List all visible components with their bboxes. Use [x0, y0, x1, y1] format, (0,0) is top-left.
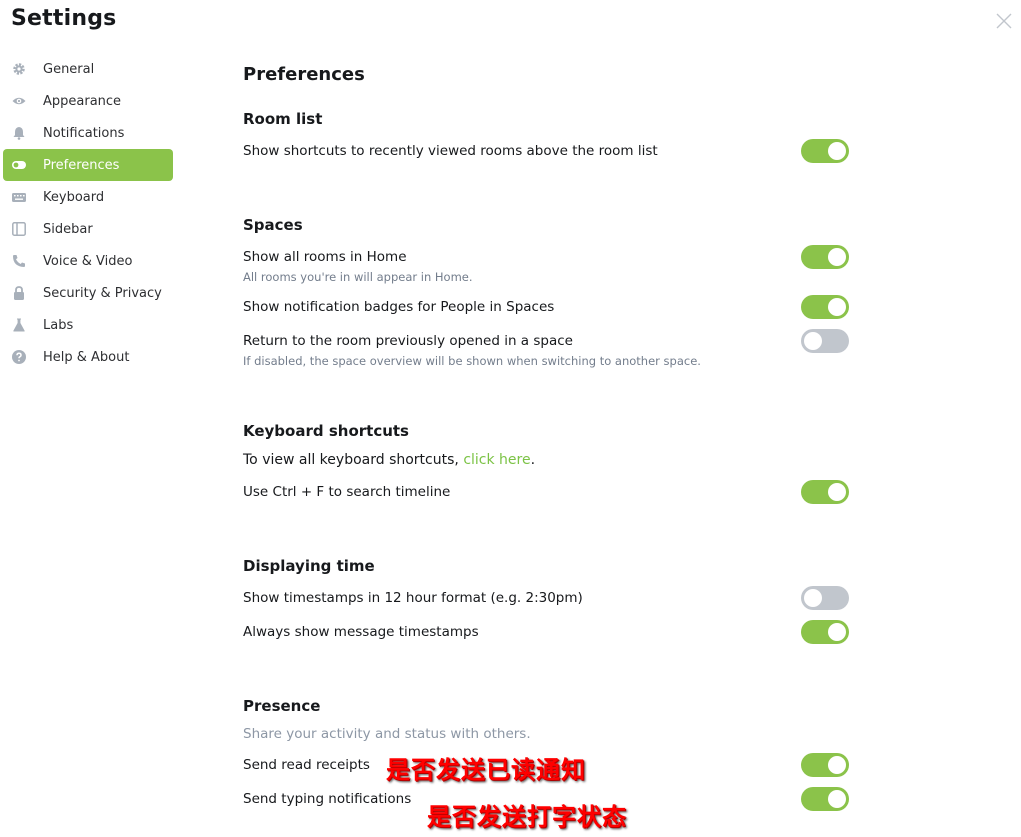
sidebar-item-label: Appearance: [43, 93, 122, 109]
setting-label-return-room: Return to the room previously opened in …: [243, 333, 573, 349]
help-icon: [12, 350, 26, 364]
page-title: Preferences: [243, 64, 365, 85]
sidebar-item-label: Notifications: [43, 125, 125, 141]
flask-icon: [13, 318, 25, 332]
eye-icon: [12, 97, 26, 105]
settings-sidebar: General Appearance Notifications Prefere…: [3, 53, 173, 373]
section-title-room-list: Room list: [243, 110, 323, 128]
sidebar-item-label: Sidebar: [43, 221, 93, 237]
setting-label-room-shortcuts: Show shortcuts to recently viewed rooms …: [243, 143, 658, 159]
always-timestamps-toggle[interactable]: [801, 620, 849, 644]
setting-label-always-timestamps: Always show message timestamps: [243, 624, 479, 640]
sidebar-item-security-privacy[interactable]: Security & Privacy: [3, 277, 173, 309]
sidebar-item-preferences[interactable]: Preferences: [3, 149, 173, 181]
setting-desc-return-room: If disabled, the space overview will be …: [243, 354, 701, 368]
keyboard-shortcuts-link[interactable]: click here: [463, 452, 530, 468]
setting-desc-all-rooms-home: All rooms you're in will appear in Home.: [243, 270, 473, 284]
settings-title: Settings: [11, 6, 117, 31]
section-title-spaces: Spaces: [243, 216, 303, 234]
phone-icon: [13, 255, 25, 267]
sidebar-item-label: General: [43, 61, 95, 77]
gear-icon: [13, 63, 25, 75]
sidebar-item-general[interactable]: General: [3, 53, 173, 85]
sidebar-item-help-about[interactable]: Help & About: [3, 341, 173, 373]
keyboard-icon: [12, 193, 26, 202]
lock-icon: [14, 286, 24, 300]
ctrl-f-toggle[interactable]: [801, 480, 849, 504]
sidebar-item-label: Voice & Video: [43, 253, 133, 269]
toggle-icon: [12, 161, 26, 169]
bell-icon: [13, 127, 25, 140]
sidebar-item-sidebar[interactable]: Sidebar: [3, 213, 173, 245]
sidebar-item-keyboard[interactable]: Keyboard: [3, 181, 173, 213]
section-title-presence: Presence: [243, 697, 321, 715]
presence-description: Share your activity and status with othe…: [243, 726, 531, 742]
setting-label-ctrl-f: Use Ctrl + F to search timeline: [243, 484, 451, 500]
setting-label-notification-badges: Show notification badges for People in S…: [243, 299, 555, 315]
keyboard-shortcuts-info: To view all keyboard shortcuts, click he…: [243, 452, 535, 468]
sidebar-item-label: Help & About: [43, 349, 130, 365]
sidebar-item-voice-video[interactable]: Voice & Video: [3, 245, 173, 277]
sidebar-item-appearance[interactable]: Appearance: [3, 85, 173, 117]
all-rooms-home-toggle[interactable]: [801, 245, 849, 269]
setting-label-typing-notifications: Send typing notifications: [243, 791, 412, 807]
setting-label-all-rooms-home: Show all rooms in Home: [243, 249, 407, 265]
annotation-typing-notifications: 是否发送打字状态: [427, 803, 627, 831]
sidebar-item-label: Keyboard: [43, 189, 105, 205]
sidebar-item-label: Preferences: [43, 157, 120, 173]
sidebar-item-label: Labs: [43, 317, 74, 333]
setting-label-read-receipts: Send read receipts: [243, 757, 370, 773]
sidebar-icon: [12, 222, 26, 236]
keyboard-info-text: To view all keyboard shortcuts,: [243, 452, 464, 468]
typing-notifications-toggle[interactable]: [801, 787, 849, 811]
read-receipts-toggle[interactable]: [801, 753, 849, 777]
sidebar-item-label: Security & Privacy: [43, 285, 162, 301]
section-title-displaying-time: Displaying time: [243, 557, 375, 575]
close-icon[interactable]: [994, 11, 1014, 31]
sidebar-item-labs[interactable]: Labs: [3, 309, 173, 341]
keyboard-info-suffix: .: [530, 452, 536, 468]
section-title-keyboard-shortcuts: Keyboard shortcuts: [243, 422, 409, 440]
annotation-read-receipts: 是否发送已读通知: [386, 756, 586, 784]
room-shortcuts-toggle[interactable]: [801, 139, 849, 163]
sidebar-item-notifications[interactable]: Notifications: [3, 117, 173, 149]
notification-badges-toggle[interactable]: [801, 295, 849, 319]
setting-label-12-hour: Show timestamps in 12 hour format (e.g. …: [243, 590, 583, 606]
twelve-hour-toggle[interactable]: [801, 586, 849, 610]
return-room-toggle[interactable]: [801, 329, 849, 353]
